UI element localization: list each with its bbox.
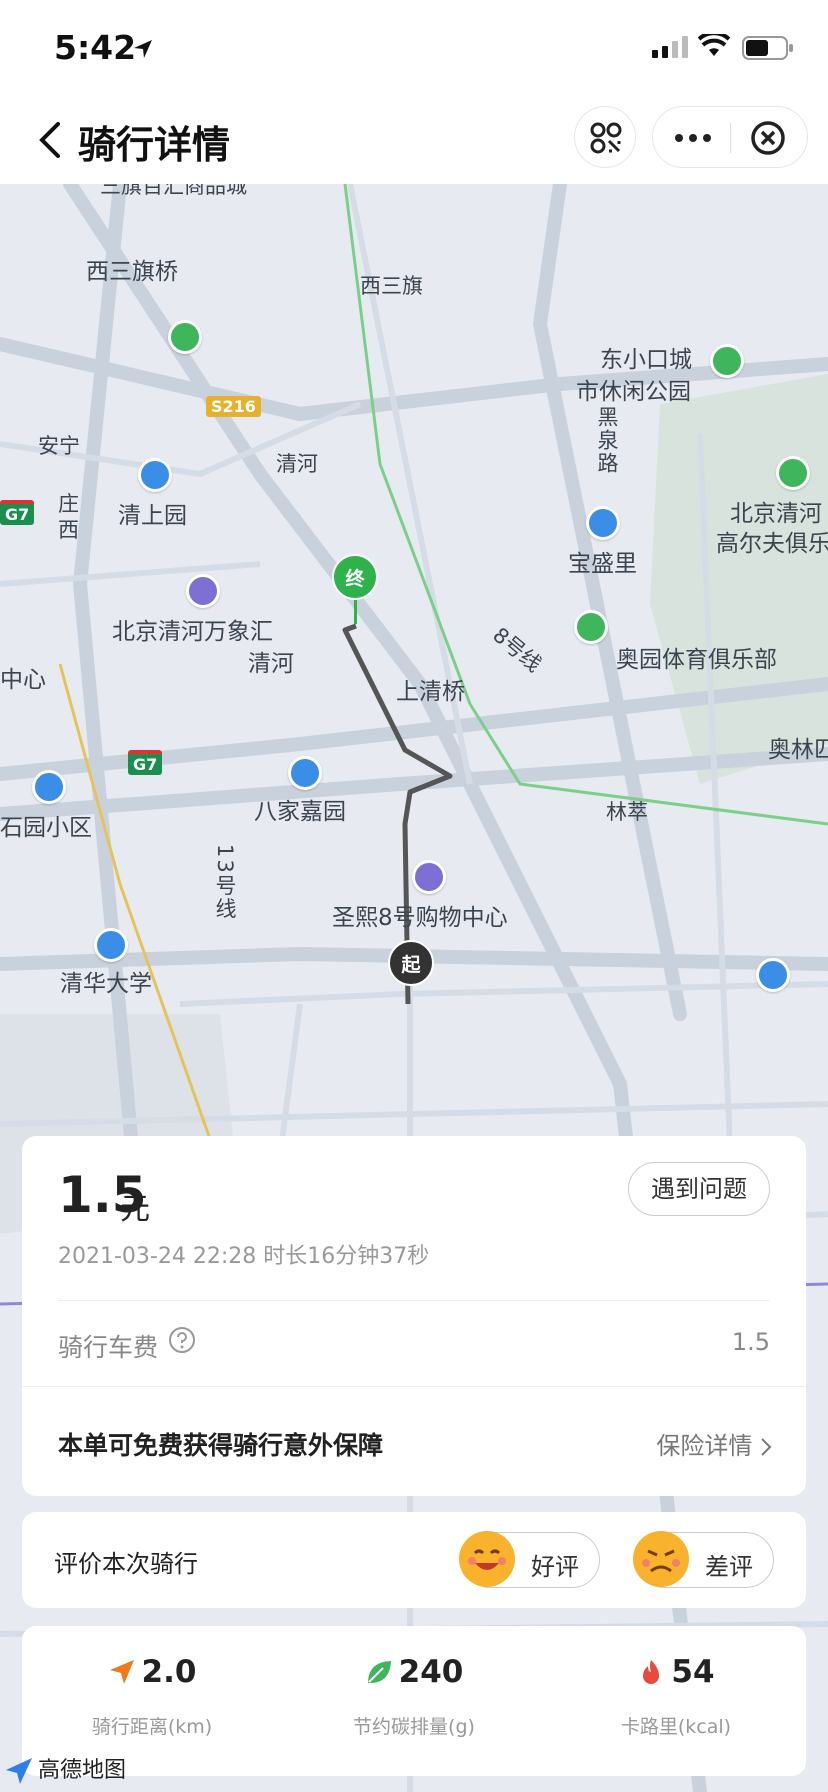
map-label: 清华大学 (60, 971, 152, 997)
map-label: 中心 (0, 667, 46, 693)
signal-icon (652, 36, 688, 58)
more-dots-icon[interactable] (673, 129, 713, 147)
chevron-right-icon (761, 1438, 772, 1456)
map-brand-text: 高德地图 (38, 1758, 127, 1783)
divider (22, 1386, 806, 1387)
map-label: 清上园 (118, 503, 187, 529)
map-label: 宝盛里 (568, 551, 637, 577)
price-unit: 元 (120, 1192, 150, 1227)
map-label: 奥园体育俱乐部 (616, 647, 777, 673)
map-label: 黑泉路 (595, 406, 619, 475)
building-poi-icon[interactable] (586, 506, 620, 540)
building-poi-icon[interactable] (32, 770, 66, 804)
divider (58, 1300, 770, 1301)
route-end-marker: 终 (332, 554, 378, 600)
navigation-arrow-icon (109, 1660, 134, 1684)
map-label: 清河 (276, 452, 318, 476)
map-label: 13号线 (213, 844, 237, 921)
scan-button[interactable] (574, 106, 636, 168)
carbon-value: 240 (398, 1654, 464, 1690)
map-label: 西 (58, 518, 79, 542)
map-label: 八家嘉园 (254, 799, 346, 825)
capsule-divider (730, 123, 731, 153)
gaode-logo-icon (6, 1758, 32, 1784)
route-start-marker: 起 (388, 940, 434, 986)
fare-card: 1.5 元 遇到问题 2021-03-24 22:28 时长16分钟37秒 骑行… (22, 1136, 806, 1496)
ride-datetime-duration: 2021-03-24 22:28 时长16分钟37秒 (58, 1244, 430, 1269)
road-shield: S216 (206, 396, 261, 417)
distance-stat: 2.0 骑行距离(km) (22, 1654, 282, 1739)
mini-program-capsule (652, 106, 808, 168)
battery-icon (742, 36, 793, 60)
shopping-poi-icon[interactable] (412, 860, 446, 894)
shopping-poi-icon[interactable] (186, 574, 220, 608)
report-issue-button[interactable]: 遇到问题 (628, 1162, 770, 1216)
map-brand: 高德地图 (4, 1752, 126, 1786)
map-label: 石园小区 (0, 815, 92, 841)
fee-label: 骑行车费 (58, 1333, 159, 1362)
calorie-label: 卡路里(kcal) (620, 1716, 732, 1738)
distance-value: 2.0 (141, 1654, 197, 1690)
rating-label: 评价本次骑行 (54, 1550, 198, 1578)
carbon-stat: 240 节约碳排量(g) (284, 1654, 544, 1739)
insurance-details-label: 保险详情 (656, 1432, 753, 1460)
angry-face-icon (633, 1531, 689, 1587)
fee-value: 1.5 (731, 1328, 770, 1356)
carbon-label: 节约碳排量(g) (353, 1716, 475, 1738)
leaf-icon (367, 1661, 391, 1684)
map-label: 西三旗 (360, 274, 423, 298)
wifi-icon (698, 34, 730, 56)
building-poi-icon[interactable] (138, 458, 172, 492)
map-label: 奥林匹 (768, 737, 828, 763)
ride-stats-card: 2.0 骑行距离(km) 240 节约碳排量(g) 54 卡路里(kcal) (22, 1626, 806, 1776)
map-label: 三旗百汇商品城 (100, 184, 247, 198)
close-circle-icon[interactable] (749, 119, 787, 157)
status-time: 5:42 (54, 28, 137, 67)
map-label: 高尔夫俱乐 (716, 531, 828, 557)
building-poi-icon[interactable] (756, 958, 790, 992)
distance-label: 骑行距离(km) (91, 1716, 213, 1738)
nav-bar: 骑行详情 (0, 96, 828, 184)
road-shield: G7 (128, 750, 163, 775)
map-label: 林萃 (606, 800, 648, 824)
calorie-value: 54 (671, 1654, 715, 1690)
back-chevron-icon[interactable] (36, 120, 62, 160)
map-label: 北京清河万象汇 (112, 619, 273, 645)
map-label: 安宁 (38, 434, 80, 458)
map-label: 清河 (248, 651, 294, 677)
flame-icon (643, 1660, 660, 1684)
map-label: 上清桥 (396, 679, 465, 705)
insurance-text: 本单可免费获得骑行意外保障 (58, 1431, 384, 1460)
bad-rating-label: 差评 (705, 1553, 753, 1581)
happy-face-icon (459, 1531, 515, 1587)
route-end-marker-stem (354, 600, 357, 624)
parking-poi-icon[interactable] (168, 320, 202, 354)
map-label: 市休闲公园 (576, 379, 691, 405)
map-label: 圣熙8号购物中心 (332, 905, 508, 931)
location-arrow-icon (134, 40, 152, 58)
sports-poi-icon[interactable] (574, 610, 608, 644)
good-rating-label: 好评 (531, 1553, 579, 1581)
calorie-stat: 54 卡路里(kcal) (546, 1654, 806, 1739)
scan-icon (590, 122, 622, 154)
map-label: 东小口城 (600, 347, 692, 373)
map-label: 北京清河 (730, 501, 822, 527)
bad-rating-button[interactable]: 差评 (633, 1531, 774, 1588)
insurance-details-link[interactable]: 保险详情 (656, 1426, 772, 1461)
park-poi-icon[interactable] (710, 344, 744, 378)
page-title: 骑行详情 (78, 123, 231, 167)
status-bar: 5:42 (0, 0, 828, 96)
school-poi-icon[interactable] (94, 928, 128, 962)
building-poi-icon[interactable] (288, 756, 322, 790)
map-label: 西三旗桥 (86, 259, 178, 285)
road-shield: G7 (0, 500, 35, 525)
rating-card: 评价本次骑行 好评 差评 (22, 1512, 806, 1608)
golf-poi-icon[interactable] (776, 456, 810, 490)
good-rating-button[interactable]: 好评 (459, 1531, 600, 1588)
help-question-icon[interactable] (168, 1326, 196, 1354)
